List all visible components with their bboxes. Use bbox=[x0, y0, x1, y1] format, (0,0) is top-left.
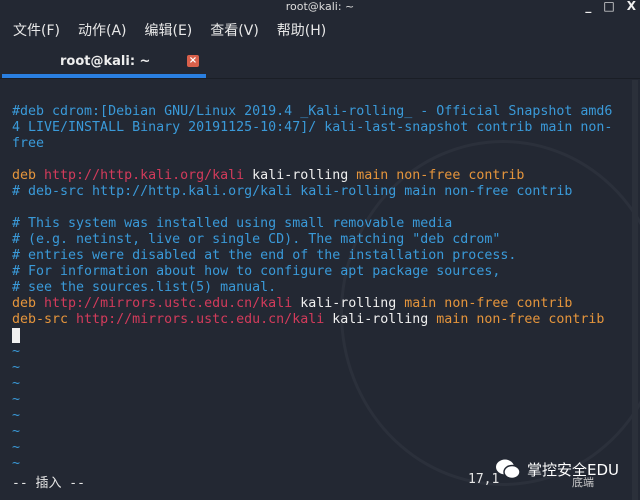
terminal-line: # entries were disabled at the end of th… bbox=[12, 248, 612, 264]
empty-line-tilde: ~ bbox=[12, 344, 21, 359]
terminal-line: # (e.g. netinst, live or single CD). The… bbox=[12, 232, 612, 248]
terminal-line: # This system was installed using small … bbox=[12, 216, 612, 232]
active-tab-indicator bbox=[2, 74, 206, 78]
title-bar: root@kali: ~ _ □ X bbox=[0, 0, 640, 14]
maximize-button[interactable]: □ bbox=[603, 0, 614, 13]
text-segment: main non-free contrib bbox=[404, 296, 573, 311]
watermark: 掌控安全EDU bbox=[495, 458, 619, 480]
empty-line-tilde: ~ bbox=[12, 376, 21, 391]
terminal-line: free bbox=[12, 136, 612, 152]
text-segment: http://mirrors.ustc.edu.cn/kali bbox=[44, 296, 293, 311]
text-segment: http://http.kali.org/kali bbox=[44, 168, 245, 183]
text-segment: 4 LIVE/INSTALL Binary 20191125-10:47]/ k… bbox=[12, 120, 613, 135]
empty-line-tilde: ~ bbox=[12, 392, 21, 407]
close-button[interactable]: X bbox=[627, 0, 636, 13]
terminal-line: deb http://mirrors.ustc.edu.cn/kali kali… bbox=[12, 296, 612, 312]
menu-edit[interactable]: 编辑(E) bbox=[145, 20, 193, 46]
text-segment: # For information about how to configure… bbox=[12, 264, 501, 279]
text-segment: # This system was installed using small … bbox=[12, 216, 453, 231]
text-segment: kali-rolling bbox=[292, 296, 405, 311]
terminal-line: # For information about how to configure… bbox=[12, 264, 612, 280]
empty-line-tilde: ~ bbox=[12, 424, 21, 439]
scrollbar[interactable] bbox=[632, 80, 638, 500]
terminal-line: 4 LIVE/INSTALL Binary 20191125-10:47]/ k… bbox=[12, 120, 612, 136]
menu-action[interactable]: 动作(A) bbox=[78, 20, 127, 46]
menu-file[interactable]: 文件(F) bbox=[13, 20, 60, 46]
text-segment: # entries were disabled at the end of th… bbox=[12, 248, 517, 263]
menu-bar: 文件(F) 动作(A) 编辑(E) 查看(V) 帮助(H) bbox=[0, 20, 326, 46]
tab-label: root@kali: ~ bbox=[60, 54, 151, 69]
text-segment: kali-rolling bbox=[324, 312, 437, 327]
text-segment: free bbox=[12, 136, 45, 151]
text-segment: deb-src bbox=[12, 312, 77, 327]
menu-help[interactable]: 帮助(H) bbox=[277, 20, 326, 46]
text-segment: kali-rolling bbox=[244, 168, 357, 183]
text-cursor bbox=[12, 328, 20, 343]
text-segment: deb bbox=[12, 168, 45, 183]
menu-view[interactable]: 查看(V) bbox=[210, 20, 259, 46]
minimize-button[interactable]: _ bbox=[585, 0, 591, 13]
empty-line-tilde: ~ bbox=[12, 440, 21, 455]
empty-line-tilde: ~ bbox=[12, 360, 21, 375]
terminal-line: deb-src http://mirrors.ustc.edu.cn/kali … bbox=[12, 312, 612, 328]
terminal-line: # see the sources.list(5) manual. bbox=[12, 280, 612, 296]
terminal-output[interactable]: #deb cdrom:[Debian GNU/Linux 2019.4 _Kal… bbox=[12, 104, 612, 472]
text-segment: main non-free contrib bbox=[436, 312, 605, 327]
text-segment: http://mirrors.ustc.edu.cn/kali bbox=[76, 312, 325, 327]
window-title: root@kali: ~ bbox=[285, 0, 355, 13]
watermark-text: 掌控安全EDU bbox=[527, 460, 620, 479]
text-segment: # deb-src http://http.kali.org/kali kali… bbox=[12, 184, 573, 199]
text-segment: main non-free contrib bbox=[356, 168, 525, 183]
mode-indicator: -- 插入 -- bbox=[12, 476, 85, 491]
empty-line-tilde: ~ bbox=[12, 408, 21, 423]
terminal-line: #deb cdrom:[Debian GNU/Linux 2019.4 _Kal… bbox=[12, 104, 612, 120]
terminal-line: deb http://http.kali.org/kali kali-rolli… bbox=[12, 168, 612, 184]
text-segment: # (e.g. netinst, live or single CD). The… bbox=[12, 232, 501, 247]
wechat-icon bbox=[496, 459, 521, 480]
tab-bar: root@kali: ~ × bbox=[0, 50, 640, 79]
terminal-line: # deb-src http://http.kali.org/kali kali… bbox=[12, 184, 612, 200]
text-segment: deb bbox=[12, 296, 45, 311]
tab-close-icon[interactable]: × bbox=[187, 55, 199, 67]
cursor-line bbox=[12, 328, 612, 344]
text-segment: #deb cdrom:[Debian GNU/Linux 2019.4 _Kal… bbox=[12, 104, 613, 119]
tab-terminal[interactable]: root@kali: ~ × bbox=[2, 50, 206, 78]
text-segment: # see the sources.list(5) manual. bbox=[12, 280, 277, 295]
